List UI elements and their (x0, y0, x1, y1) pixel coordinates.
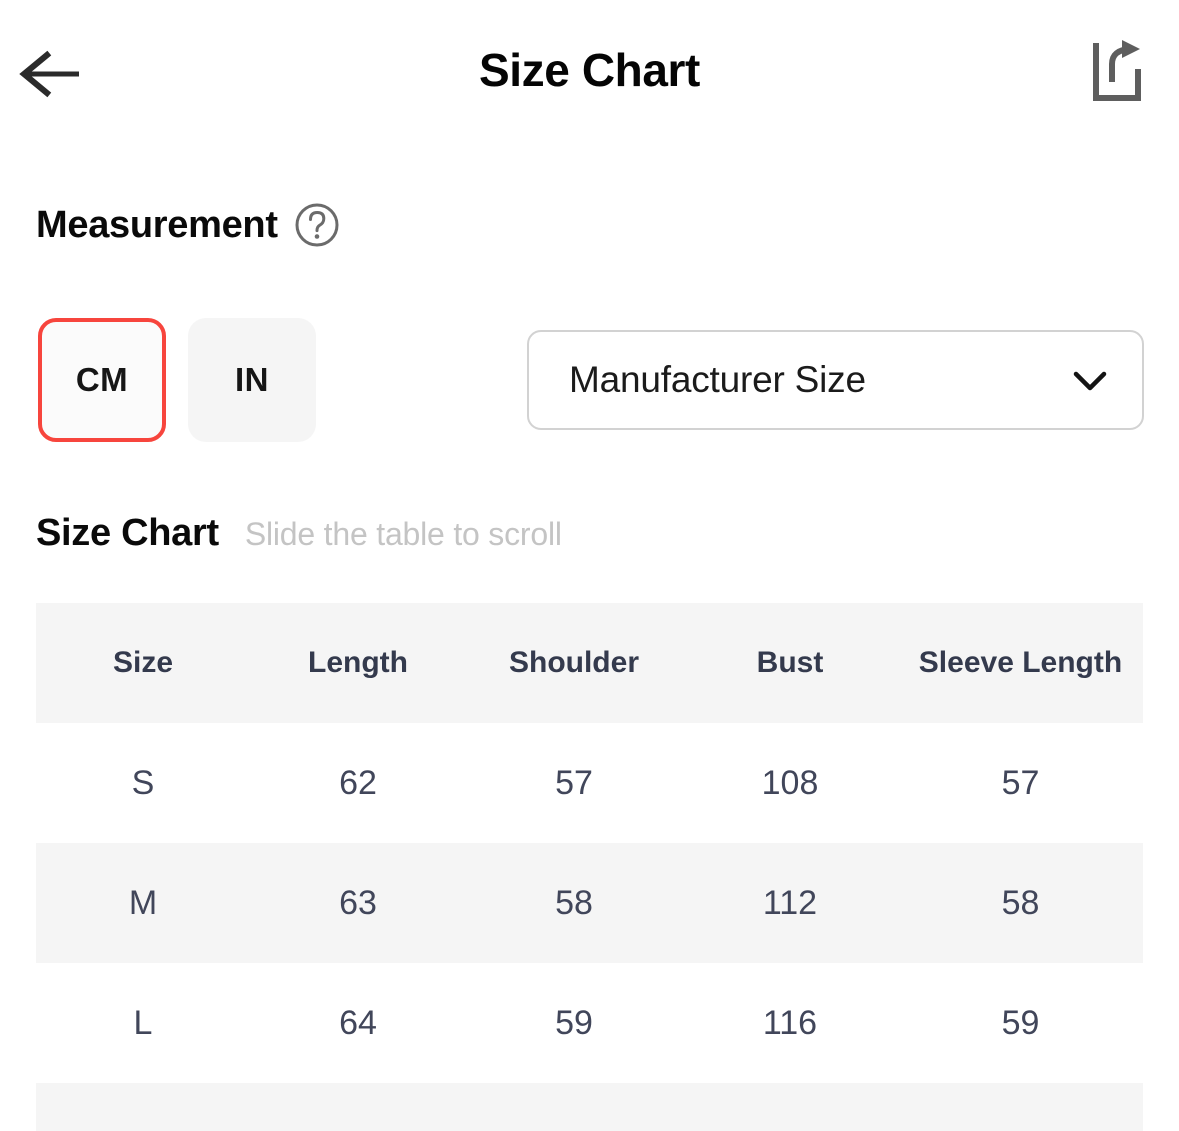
table-row: S 62 57 108 57 (36, 723, 1143, 843)
unit-button-in-label: IN (235, 361, 269, 398)
arrow-left-icon (19, 50, 79, 98)
size-table-body: S 62 57 108 57 M 63 58 112 58 L 64 59 11… (36, 723, 1143, 1131)
question-circle-icon[interactable] (294, 202, 340, 248)
column-header-size: Size (112, 645, 174, 679)
cell-shoulder (466, 1083, 682, 1131)
cell-sleeve-length (898, 1083, 1143, 1131)
table-row: M 63 58 112 58 (36, 843, 1143, 963)
measurement-controls: CM IN Manufacturer Size (0, 318, 1179, 453)
chevron-down-icon (1073, 371, 1107, 391)
size-chart-heading: Size Chart Slide the table to scroll (36, 512, 562, 555)
column-header-shoulder: Shoulder (508, 645, 639, 679)
unit-button-in[interactable]: IN (188, 318, 316, 442)
table-header-row: Size Length Shoulder Bust Sleeve Length (36, 603, 1143, 723)
cell-sleeve-length: 59 (1001, 1003, 1040, 1042)
cell-shoulder: 59 (555, 1003, 593, 1042)
column-header-sleeve-length: Sleeve Length (918, 645, 1123, 679)
cell-length (250, 1083, 466, 1131)
cell-shoulder: 57 (555, 763, 593, 802)
cell-bust: 108 (761, 763, 819, 802)
cell-length: 63 (339, 883, 377, 922)
table-row: L 64 59 116 59 (36, 963, 1143, 1083)
measurement-section-header: Measurement (36, 202, 340, 248)
cell-sleeve-length: 58 (1001, 883, 1040, 922)
cell-bust (682, 1083, 898, 1131)
column-header-length: Length (308, 645, 408, 679)
size-type-dropdown[interactable]: Manufacturer Size (527, 330, 1144, 430)
size-chart-scroll-hint: Slide the table to scroll (244, 516, 562, 552)
cell-bust: 112 (762, 883, 818, 922)
cell-size: S (131, 763, 155, 802)
cell-sleeve-length: 57 (1001, 763, 1040, 802)
size-type-dropdown-value: Manufacturer Size (569, 359, 866, 400)
cell-size: L (133, 1003, 153, 1042)
back-button[interactable] (14, 38, 86, 110)
size-chart-page: Size Chart Measurement CM IN Manufacture… (0, 0, 1179, 1131)
unit-button-cm-label: CM (75, 361, 129, 398)
unit-button-cm[interactable]: CM (38, 318, 166, 442)
size-table-scroll-container[interactable]: Size Length Shoulder Bust Sleeve Length … (36, 603, 1143, 1131)
cell-length: 62 (339, 763, 377, 802)
cell-length: 64 (339, 1003, 377, 1042)
app-header: Size Chart (0, 0, 1179, 145)
size-table: Size Length Shoulder Bust Sleeve Length … (36, 603, 1143, 1131)
share-button[interactable] (1079, 32, 1155, 112)
cell-size: M (128, 883, 158, 922)
table-row-partial (36, 1083, 1143, 1131)
unit-toggle-group: CM IN (38, 318, 316, 442)
column-header-bust: Bust (756, 645, 824, 679)
cell-bust: 116 (762, 1003, 818, 1042)
cell-size (36, 1083, 250, 1131)
size-chart-title: Size Chart (36, 512, 219, 554)
cell-shoulder: 58 (555, 883, 593, 922)
page-title: Size Chart (479, 43, 700, 96)
size-table-header: Size Length Shoulder Bust Sleeve Length (36, 603, 1143, 723)
measurement-label: Measurement (36, 204, 278, 246)
share-icon (1093, 40, 1141, 101)
